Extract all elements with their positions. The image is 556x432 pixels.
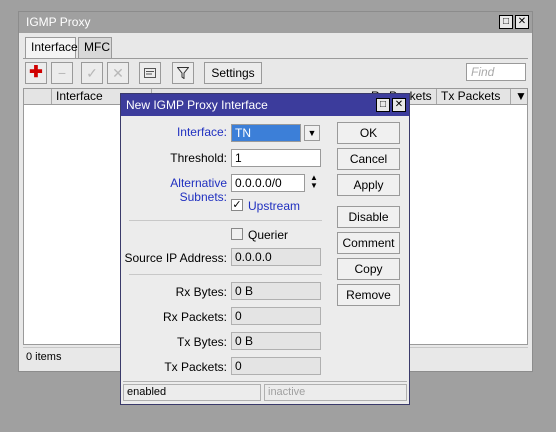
status-enabled: enabled <box>123 384 261 401</box>
disable-button[interactable]: Disable <box>337 206 400 228</box>
ok-button[interactable]: OK <box>337 122 400 144</box>
up-down-arrows-icon[interactable]: ▲ ▼ <box>308 174 320 192</box>
find-input[interactable]: Find <box>466 63 526 81</box>
dialog-maximize-icon[interactable]: □ <box>376 98 390 112</box>
close-icon[interactable]: ✕ <box>515 15 529 29</box>
maximize-icon[interactable]: □ <box>499 15 513 29</box>
rx-packets-label: Rx Packets: <box>162 310 227 324</box>
filter-icon[interactable] <box>172 62 194 84</box>
disable-icon[interactable]: ✕ <box>107 62 129 84</box>
interface-select[interactable]: TN <box>231 124 301 142</box>
tab-mfc[interactable]: MFC <box>78 37 112 58</box>
rx-bytes-value: 0 B <box>231 282 321 300</box>
dialog-titlebar[interactable]: New IGMP Proxy Interface □ ✕ <box>121 94 409 116</box>
rx-packets-value: 0 <box>231 307 321 325</box>
dialog-status-bar: enabled inactive <box>123 381 407 401</box>
apply-button[interactable]: Apply <box>337 174 400 196</box>
columns-menu-icon[interactable]: ▼ <box>511 89 531 104</box>
rx-bytes-label: Rx Bytes: <box>175 285 227 299</box>
window-titlebar[interactable]: IGMP Proxy □ ✕ <box>19 12 532 33</box>
querier-label: Querier <box>248 228 289 242</box>
cancel-button[interactable]: Cancel <box>337 148 400 170</box>
new-igmp-proxy-interface-dialog: New IGMP Proxy Interface □ ✕ Interface: … <box>120 93 410 405</box>
upstream-label: Upstream <box>248 199 301 213</box>
source-ip-value: 0.0.0.0 <box>231 248 321 266</box>
threshold-input[interactable]: 1 <box>231 149 321 167</box>
interface-label: Interface: <box>176 125 227 139</box>
tab-interface[interactable]: Interface <box>25 37 78 59</box>
status-inactive: inactive <box>264 384 407 401</box>
comment-button[interactable]: Comment <box>337 232 400 254</box>
column-flags[interactable] <box>24 89 52 104</box>
column-tx-packets[interactable]: Tx Packets <box>437 89 511 104</box>
upstream-checkbox[interactable]: ✓ <box>231 199 243 211</box>
alternative-subnets-label: Alternative Subnets: <box>170 176 227 204</box>
threshold-label: Threshold: <box>170 151 227 165</box>
comment-icon[interactable] <box>139 62 161 84</box>
remove-button[interactable]: Remove <box>337 284 400 306</box>
tx-packets-label: Tx Packets: <box>164 360 227 374</box>
section-divider <box>129 274 322 275</box>
window-title: IGMP Proxy <box>26 15 91 29</box>
toolbar-divider <box>23 58 528 59</box>
tx-packets-value: 0 <box>231 357 321 375</box>
copy-button[interactable]: Copy <box>337 258 400 280</box>
enable-icon[interactable]: ✓ <box>81 62 103 84</box>
dialog-title: New IGMP Proxy Interface <box>126 98 268 112</box>
remove-icon[interactable]: − <box>51 62 73 84</box>
querier-checkbox[interactable] <box>231 228 243 240</box>
section-divider <box>129 220 322 221</box>
source-ip-label: Source IP Address: <box>124 251 227 265</box>
dialog-close-icon[interactable]: ✕ <box>392 98 406 112</box>
interface-dropdown-icon[interactable]: ▼ <box>304 125 320 141</box>
tx-bytes-value: 0 B <box>231 332 321 350</box>
tx-bytes-label: Tx Bytes: <box>176 335 227 349</box>
alternative-subnets-input[interactable]: 0.0.0.0/0 <box>231 174 305 192</box>
add-icon[interactable]: ✚ <box>25 62 47 84</box>
settings-button[interactable]: Settings <box>204 62 262 84</box>
